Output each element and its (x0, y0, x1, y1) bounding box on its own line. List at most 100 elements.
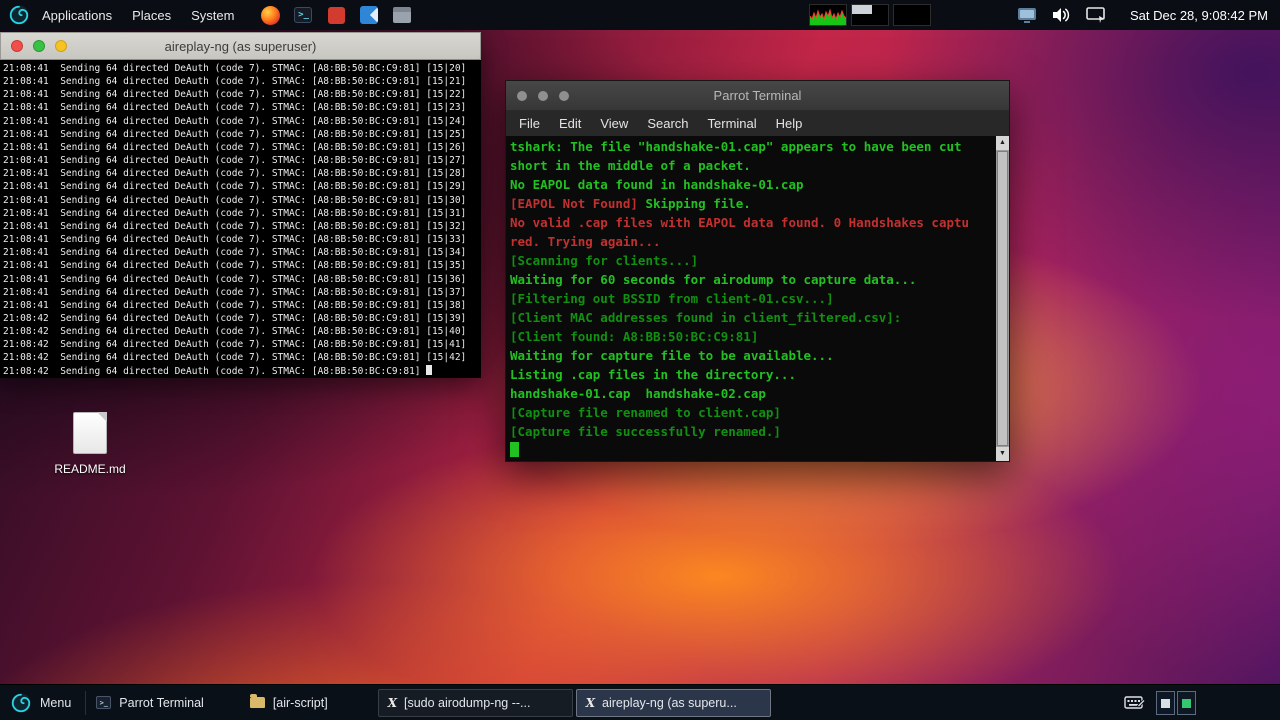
terminal-text-segment: [Scanning for clients...] (510, 253, 699, 268)
aireplay-current-line: 21:08:42 Sending 64 directed DeAuth (cod… (3, 364, 481, 378)
terminal-text-segment: [Client MAC addresses found in client_fi… (510, 310, 902, 325)
workspace-window-thumb (1182, 698, 1191, 708)
xterm-icon: X (585, 695, 595, 710)
aireplay-line: 21:08:41 Sending 64 directed DeAuth (cod… (3, 128, 467, 140)
aireplay-line: 21:08:42 Sending 64 directed DeAuth (cod… (3, 326, 467, 338)
aireplay-line: 21:08:41 Sending 64 directed DeAuth (cod… (3, 76, 467, 88)
system-monitors[interactable] (808, 4, 931, 26)
terminal-cursor (510, 442, 519, 457)
terminal-line: Waiting for capture file to be available… (510, 346, 994, 365)
aireplay-line: 21:08:41 Sending 64 directed DeAuth (cod… (3, 260, 467, 272)
file-manager-icon[interactable] (392, 5, 412, 25)
screen-share-icon[interactable] (1086, 7, 1106, 23)
desktop-icon-readme[interactable]: README.md (54, 412, 126, 476)
cpu-graph (808, 4, 847, 26)
desktop-icon-label: README.md (54, 462, 126, 476)
aireplay-titlebar[interactable]: aireplay-ng (as superuser) (0, 32, 481, 60)
terminal-text-segment: tshark: The file "handshake-01.cap" appe… (510, 139, 962, 154)
terminal-text-segment: Listing .cap files in the directory... (510, 367, 796, 382)
text-cursor (426, 364, 433, 375)
terminal-output: tshark: The file "handshake-01.cap" appe… (510, 137, 994, 461)
terminal-icon: >_ (96, 696, 112, 709)
terminal-line: [Client found: A8:BB:50:BC:C9:81] (510, 327, 994, 346)
aireplay-line: 21:08:41 Sending 64 directed DeAuth (cod… (3, 155, 467, 167)
taskbar-window-air-script[interactable]: [air-script] (240, 689, 338, 717)
aireplay-line: 21:08:41 Sending 64 directed DeAuth (cod… (3, 115, 467, 127)
parrot-titlebar[interactable]: Parrot Terminal (506, 81, 1009, 111)
aireplay-line: 21:08:41 Sending 64 directed DeAuth (cod… (3, 247, 467, 259)
top-panel: Applications Places System >_ Sat Dec 28… (0, 0, 1280, 30)
scroll-up-icon[interactable]: ▲ (996, 136, 1009, 150)
menu-help[interactable]: Help (776, 116, 803, 131)
menu-applications[interactable]: Applications (32, 0, 122, 30)
aireplay-line: 21:08:41 Sending 64 directed DeAuth (cod… (3, 63, 467, 74)
terminal-line: short in the middle of a packet. (510, 156, 994, 175)
keyboard-indicator-icon[interactable] (1124, 695, 1146, 710)
menu-search[interactable]: Search (647, 116, 688, 131)
terminal-line: No EAPOL data found in handshake-01.cap (510, 175, 994, 194)
terminal-line: [Client MAC addresses found in client_fi… (510, 308, 994, 327)
parrot-terminal-window: Parrot Terminal File Edit View Search Te… (505, 80, 1010, 462)
taskbar-window-label: aireplay-ng (as superu... (602, 695, 737, 710)
taskbar-window-aireplay[interactable]: X aireplay-ng (as superu... (575, 688, 771, 717)
terminal-text-segment: handshake-01.cap handshake-02.cap (510, 386, 766, 401)
menu-view[interactable]: View (600, 116, 628, 131)
scrollbar-thumb[interactable] (997, 151, 1008, 446)
terminal-line: [Capture file renamed to client.cap] (510, 403, 994, 422)
workspace-switcher[interactable] (1156, 690, 1196, 715)
workspace-window-thumb (1161, 698, 1170, 708)
taskbar-window-parrot-terminal[interactable]: >_ Parrot Terminal (86, 689, 214, 717)
screen-recorder-icon[interactable] (326, 5, 346, 25)
display-settings-icon[interactable] (1017, 7, 1037, 24)
start-menu-button[interactable]: Menu (0, 685, 85, 720)
scrollbar[interactable]: ▲ ▼ (996, 136, 1009, 461)
terminal-text-segment: Skipping file. (637, 196, 751, 211)
terminal-line: red. Trying again... (510, 232, 994, 251)
scroll-down-icon[interactable]: ▼ (996, 447, 1009, 461)
terminal-text-segment: [Capture file renamed to client.cap] (510, 405, 781, 420)
terminal-line: No valid .cap files with EAPOL data foun… (510, 213, 994, 232)
aireplay-line: 21:08:41 Sending 64 directed DeAuth (cod… (3, 286, 467, 298)
aireplay-line: 21:08:41 Sending 64 directed DeAuth (cod… (3, 89, 467, 101)
terminal-line: [EAPOL Not Found] Skipping file. (510, 194, 994, 213)
taskbar-window-label: [sudo airodump-ng --... (404, 695, 531, 710)
terminal-text-segment: No EAPOL data found in handshake-01.cap (510, 177, 804, 192)
terminal-text-segment: [Capture file successfully renamed.] (510, 424, 781, 439)
window-title: Parrot Terminal (713, 88, 802, 103)
menu-edit[interactable]: Edit (559, 116, 581, 131)
taskbar-window-label: Parrot Terminal (119, 695, 204, 710)
menu-system[interactable]: System (181, 0, 244, 30)
menu-terminal[interactable]: Terminal (708, 116, 757, 131)
terminal-body[interactable]: tshark: The file "handshake-01.cap" appe… (506, 136, 1009, 461)
terminal-line: [Scanning for clients...] (510, 251, 994, 270)
terminal-menubar: File Edit View Search Terminal Help (506, 111, 1009, 136)
aireplay-line: 21:08:41 Sending 64 directed DeAuth (cod… (3, 207, 467, 219)
aireplay-line: 21:08:41 Sending 64 directed DeAuth (cod… (3, 220, 467, 232)
clock[interactable]: Sat Dec 28, 9:08:42 PM (1130, 8, 1272, 23)
terminal-text-segment: No valid .cap files with EAPOL data foun… (510, 215, 970, 230)
taskbar-window-airodump[interactable]: X [sudo airodump-ng --... (377, 688, 573, 717)
aireplay-window: aireplay-ng (as superuser) 21:08:41 Send… (0, 32, 481, 378)
aireplay-line: 21:08:42 Sending 64 directed DeAuth (cod… (3, 312, 467, 324)
browser-icon[interactable] (260, 5, 280, 25)
menu-file[interactable]: File (519, 116, 540, 131)
window-title: aireplay-ng (as superuser) (164, 38, 317, 54)
aireplay-line: 21:08:41 Sending 64 directed DeAuth (cod… (3, 102, 467, 114)
parrot-distro-icon[interactable] (8, 4, 30, 26)
menu-places[interactable]: Places (122, 0, 181, 30)
terminal-line: [Filtering out BSSID from client-01.csv.… (510, 289, 994, 308)
xterm-icon: X (387, 695, 397, 710)
desktop: Applications Places System >_ Sat Dec 28… (0, 0, 1280, 720)
taskbar-window-label: [air-script] (272, 695, 328, 710)
aireplay-output[interactable]: 21:08:41 Sending 64 directed DeAuth (cod… (0, 60, 481, 378)
terminal-text-segment: [EAPOL Not Found] (510, 196, 638, 211)
terminal-launcher-icon[interactable]: >_ (293, 5, 313, 25)
workspace-2[interactable] (1177, 690, 1196, 715)
aireplay-line: 21:08:41 Sending 64 directed DeAuth (cod… (3, 181, 467, 193)
terminal-text-segment: Waiting for 60 seconds for airodump to c… (510, 272, 917, 287)
workspace-1[interactable] (1156, 690, 1175, 715)
volume-icon[interactable] (1052, 7, 1071, 23)
vscode-icon[interactable] (359, 5, 379, 25)
menu-label: Menu (40, 695, 72, 710)
terminal-text-segment: short in the middle of a packet. (510, 158, 751, 173)
